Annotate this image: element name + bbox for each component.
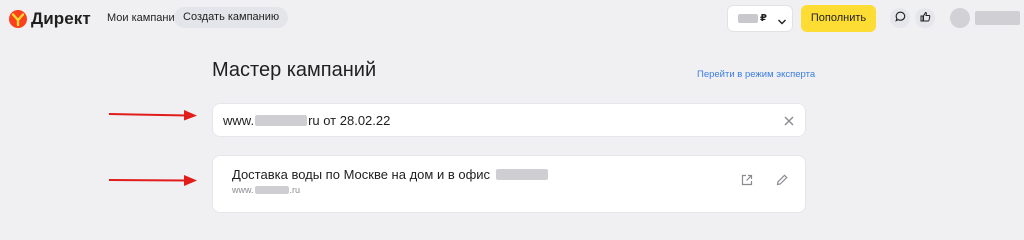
logo-text: Директ — [31, 9, 91, 28]
balance-amount-hidden — [738, 14, 758, 23]
username-hidden[interactable] — [975, 11, 1020, 25]
red-arrow-to-campaign — [108, 175, 197, 186]
topup-button[interactable]: Пополнить — [801, 5, 876, 32]
redacted-url-domain — [254, 186, 289, 194]
campaign-url: www. .ru — [232, 185, 300, 195]
redacted-domain — [255, 115, 308, 126]
chat-bubble-icon — [894, 9, 906, 27]
top-header: Директ Мои кампании Создать кампанию ₽ П… — [0, 0, 1024, 38]
nav-my-campaigns[interactable]: Мои кампании — [107, 10, 181, 26]
avatar[interactable] — [950, 8, 970, 28]
search-value: www. ru от 28.02.22 — [223, 113, 390, 128]
external-link-icon[interactable] — [740, 173, 754, 187]
logo[interactable]: Директ — [8, 9, 91, 29]
search-value-prefix: www. — [223, 113, 255, 128]
nav-create-campaign[interactable]: Создать кампанию — [174, 7, 289, 28]
campaign-title: Доставка воды по Москве на дом и в офис — [232, 167, 549, 182]
red-arrow-to-search — [108, 110, 197, 121]
expert-mode-link[interactable]: Перейти в режим эксперта — [697, 69, 815, 80]
pencil-icon[interactable] — [775, 173, 789, 187]
thumbs-up-icon — [920, 9, 931, 27]
campaign-title-text: Доставка воды по Москве на дом и в офис — [232, 167, 491, 182]
feedback-button[interactable] — [915, 8, 935, 28]
currency-symbol: ₽ — [760, 13, 767, 24]
redacted-title-part — [496, 169, 549, 180]
page-title: Мастер кампаний — [212, 59, 377, 81]
yandex-logo-icon — [8, 9, 28, 29]
campaign-card[interactable]: Доставка воды по Москве на дом и в офис … — [212, 155, 806, 213]
campaign-url-prefix: www. — [232, 185, 254, 195]
campaign-url-suffix: .ru — [289, 185, 301, 195]
close-icon[interactable] — [783, 114, 795, 126]
campaign-search-field[interactable]: www. ru от 28.02.22 — [212, 103, 806, 137]
balance-dropdown[interactable]: ₽ — [727, 5, 793, 32]
chat-button[interactable] — [890, 8, 910, 28]
search-value-suffix: ru от 28.02.22 — [308, 113, 391, 128]
chevron-down-icon — [777, 14, 787, 24]
